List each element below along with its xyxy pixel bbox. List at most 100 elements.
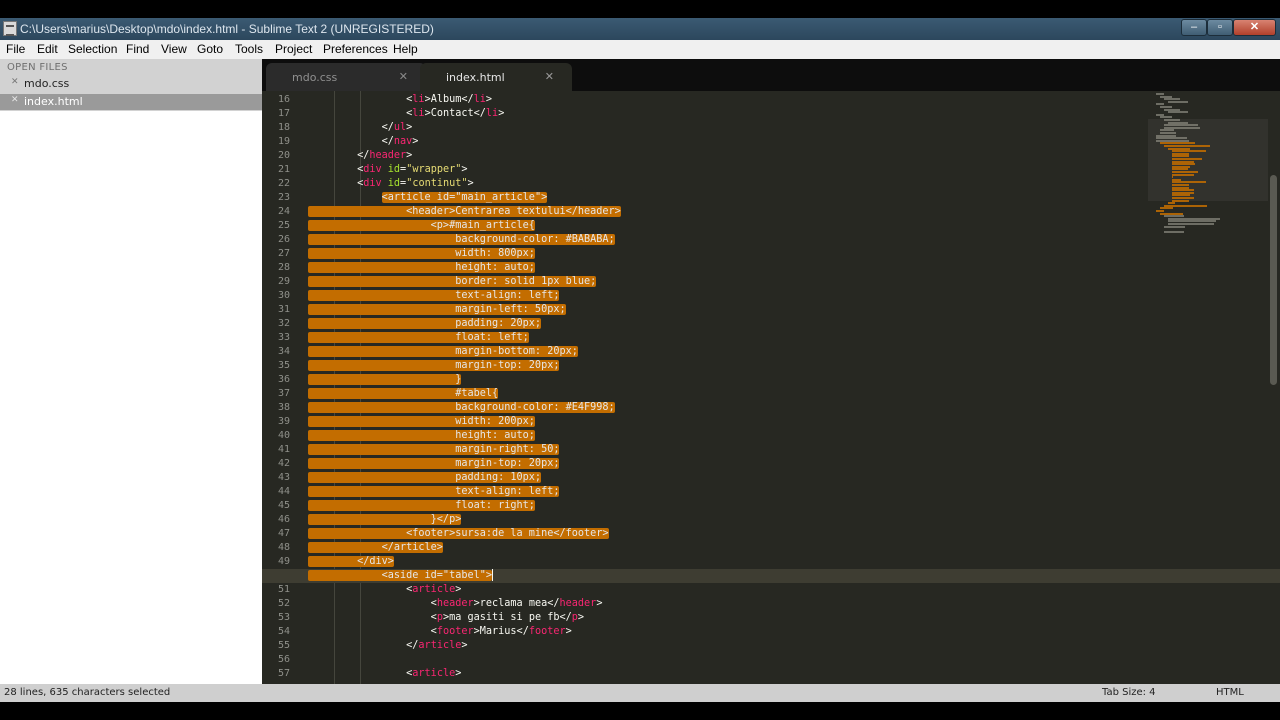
line-number: 25: [277, 220, 290, 231]
code-line[interactable]: <aside id="tabel">: [308, 569, 494, 583]
line-number: 21: [277, 164, 290, 175]
code-line[interactable]: margin-bottom: 20px;: [308, 345, 578, 359]
code-line[interactable]: }</p>: [308, 513, 462, 527]
sidebar: OPEN FILES ✕ mdo.css ✕ index.html: [0, 59, 262, 684]
code-line[interactable]: <p>#main_article{: [308, 219, 535, 233]
code-line[interactable]: background-color: #BABABA;: [308, 233, 615, 247]
line-number: 41: [277, 444, 290, 455]
line-number: 31: [277, 304, 290, 315]
line-number: 22: [277, 178, 290, 189]
code-line[interactable]: <li>Album</li>: [308, 93, 492, 107]
line-number: 49: [277, 556, 290, 567]
vertical-scrollbar[interactable]: [1268, 91, 1280, 684]
menu-goto[interactable]: Goto: [197, 42, 223, 56]
menu-preferences[interactable]: Preferences: [323, 42, 388, 56]
window-title: C:\Users\marius\Desktop\mdo\index.html -…: [20, 22, 434, 36]
menu-tools[interactable]: Tools: [235, 42, 263, 56]
line-number: 44: [277, 486, 290, 497]
code-line[interactable]: <div id="continut">: [308, 177, 474, 191]
minimap-line: [1172, 199, 1189, 202]
menu-file[interactable]: File: [6, 42, 25, 56]
code-line[interactable]: float: left;: [308, 331, 529, 345]
menu-edit[interactable]: Edit: [37, 42, 58, 56]
code-line[interactable]: margin-left: 50px;: [308, 303, 566, 317]
code-line[interactable]: text-align: left;: [308, 289, 560, 303]
tab-index-html[interactable]: index.html ✕: [420, 63, 572, 91]
close-file-icon[interactable]: ✕: [11, 95, 19, 105]
tab-close-icon[interactable]: ✕: [545, 70, 554, 83]
close-button[interactable]: ✕: [1233, 19, 1276, 36]
maximize-button[interactable]: ▫: [1207, 19, 1233, 36]
line-number: 48: [277, 542, 290, 553]
menu-project[interactable]: Project: [275, 42, 312, 56]
tab-size-selector[interactable]: Tab Size: 4: [1102, 687, 1156, 698]
code-line[interactable]: padding: 10px;: [308, 471, 542, 485]
code-line[interactable]: </nav>: [308, 135, 419, 149]
line-number: 26: [277, 234, 290, 245]
code-line[interactable]: width: 800px;: [308, 247, 535, 261]
scrollbar-thumb[interactable]: [1270, 175, 1277, 385]
code-line[interactable]: width: 200px;: [308, 415, 535, 429]
code-line[interactable]: <p>ma gasiti si pe fb</p>: [308, 611, 584, 625]
code-line[interactable]: margin-top: 20px;: [308, 457, 560, 471]
code-line[interactable]: margin-top: 20px;: [308, 359, 560, 373]
sidebar-file-name: mdo.css: [24, 77, 70, 90]
menu-find[interactable]: Find: [126, 42, 149, 56]
code-line[interactable]: <footer>sursa:de la mine</footer>: [308, 527, 609, 541]
line-number: 27: [277, 248, 290, 259]
code-line[interactable]: <article>: [308, 667, 461, 681]
code-line[interactable]: <footer>Marius</footer>: [308, 625, 572, 639]
menu-bar: File Edit Selection Find View Goto Tools…: [0, 40, 1280, 59]
code-line[interactable]: <li>Contact</li>: [308, 107, 504, 121]
code-line[interactable]: </div>: [308, 555, 394, 569]
code-line[interactable]: margin-right: 50;: [308, 443, 560, 457]
code-line[interactable]: border: solid 1px blue;: [308, 275, 597, 289]
code-line[interactable]: </article>: [308, 541, 443, 555]
line-number: 43: [277, 472, 290, 483]
code-line[interactable]: height: auto;: [308, 261, 535, 275]
code-line[interactable]: </ul>: [308, 121, 413, 135]
minimize-button[interactable]: –: [1181, 19, 1207, 36]
sublime-app-icon[interactable]: [3, 21, 17, 36]
code-editor[interactable]: 16 17 18 19 20 21 22 23 24 25 26 27 28 29 30 31 32 33 34 35…: [262, 91, 1280, 684]
tab-label: index.html: [446, 71, 505, 84]
line-number: 51: [277, 584, 290, 595]
code-line[interactable]: </header>: [308, 149, 412, 163]
code-line[interactable]: }: [308, 373, 462, 387]
sidebar-file-index-html[interactable]: ✕ index.html: [0, 94, 262, 110]
line-number: 45: [277, 500, 290, 511]
menu-selection[interactable]: Selection: [68, 42, 117, 56]
line-number: 38: [277, 402, 290, 413]
minimap-line: [1168, 100, 1188, 103]
code-line[interactable]: <div id="wrapper">: [308, 163, 467, 177]
code-line[interactable]: float: right;: [308, 499, 535, 513]
line-number: 56: [277, 654, 290, 665]
menu-help[interactable]: Help: [393, 42, 418, 56]
sidebar-file-name: index.html: [24, 95, 83, 108]
code-line[interactable]: padding: 20px;: [308, 317, 542, 331]
line-number: 53: [277, 612, 290, 623]
close-file-icon[interactable]: ✕: [11, 77, 19, 87]
tab-mdo-css[interactable]: mdo.css ✕: [266, 63, 426, 91]
line-number: 24: [277, 206, 290, 217]
code-line[interactable]: background-color: #E4F998;: [308, 401, 615, 415]
code-line[interactable]: height: auto;: [308, 429, 535, 443]
line-number: 33: [277, 332, 290, 343]
tab-bar: mdo.css ✕ index.html ✕: [262, 59, 1280, 91]
code-line[interactable]: </article>: [308, 639, 467, 653]
minimap-line: [1164, 225, 1185, 228]
code-line[interactable]: text-align: left;: [308, 485, 560, 499]
line-number: 39: [277, 416, 290, 427]
sidebar-file-mdo-css[interactable]: ✕ mdo.css: [0, 76, 262, 92]
tab-close-icon[interactable]: ✕: [399, 70, 408, 83]
code-line[interactable]: <header>Centrarea textului</header>: [308, 205, 621, 219]
minimap[interactable]: [1148, 91, 1268, 251]
code-line[interactable]: #tabel{: [308, 387, 499, 401]
syntax-selector[interactable]: HTML: [1216, 687, 1244, 698]
line-number: 47: [277, 528, 290, 539]
code-line[interactable]: <article>: [308, 583, 461, 597]
code-line[interactable]: <header>reclama mea</header>: [308, 597, 603, 611]
menu-view[interactable]: View: [161, 42, 187, 56]
code-line[interactable]: <article id="main_article">: [308, 191, 548, 205]
line-number: 16: [277, 94, 290, 105]
